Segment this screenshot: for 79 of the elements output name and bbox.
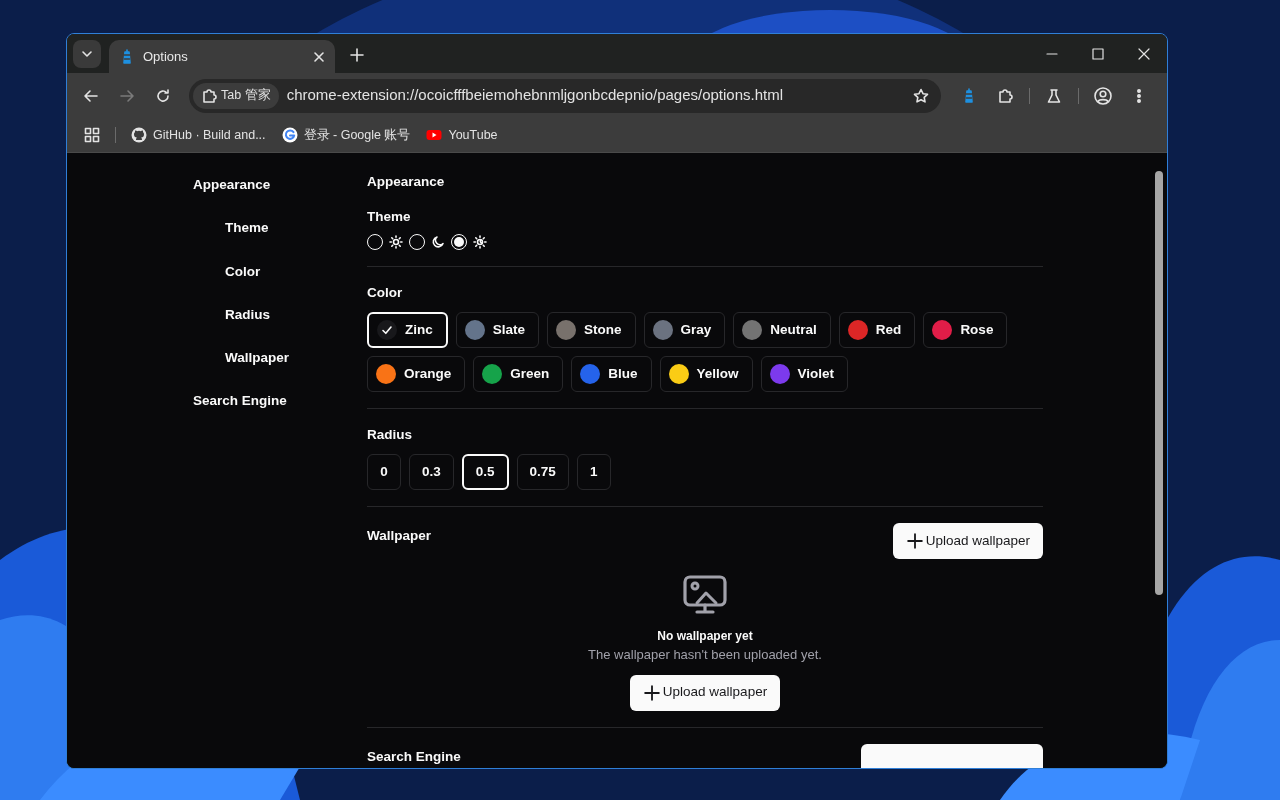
bookmark-item[interactable]: 登录 - Google 账号 <box>276 123 416 147</box>
sidebar-item[interactable]: Radius <box>225 304 270 325</box>
tab-close-button[interactable] <box>313 50 325 63</box>
color-name: Violet <box>797 364 835 383</box>
color-option[interactable]: Zinc <box>367 311 448 348</box>
color-name: Gray <box>680 320 712 339</box>
tab-title: Options <box>143 47 189 66</box>
chevron-down-icon <box>81 48 93 60</box>
menu-icon <box>1137 87 1141 104</box>
github-icon <box>131 127 147 143</box>
color-name: Orange <box>404 364 452 383</box>
color-option[interactable]: Violet <box>760 355 849 392</box>
sidebar-item[interactable]: Theme <box>225 218 269 239</box>
plus-icon <box>906 533 923 549</box>
flask-icon <box>1046 87 1062 104</box>
sidebar-item[interactable]: Search Engine <box>193 391 287 412</box>
youtube-icon <box>426 127 443 143</box>
close-icon <box>313 50 325 63</box>
reload-icon <box>155 87 171 104</box>
color-option[interactable]: Stone <box>547 311 636 348</box>
color-name: Red <box>875 320 902 339</box>
maximize-icon <box>1092 47 1104 60</box>
address-bar[interactable]: Tab 管家 chrome-extension://ocoicfffbeiemohebnmljgonbcdepnio/pages/options.html <box>189 78 941 113</box>
color-name: Green <box>510 364 550 383</box>
field-label: Radius <box>367 425 413 444</box>
extension-chip[interactable]: Tab 管家 <box>193 82 279 109</box>
bookmark-item[interactable]: YouTube <box>421 123 503 147</box>
color-option[interactable]: Green <box>473 355 564 392</box>
upload-button[interactable]: Upload wallpaper <box>892 523 1043 559</box>
color-option[interactable]: Slate <box>455 311 540 348</box>
sidebar-item[interactable]: Color <box>225 261 261 282</box>
color-option[interactable]: Gray <box>643 311 726 348</box>
color-name: Neutral <box>770 320 817 339</box>
forward-icon <box>119 87 135 104</box>
browser-tab[interactable]: Options <box>109 40 335 73</box>
close-icon <box>1138 47 1150 60</box>
plus-icon <box>643 684 660 701</box>
field-label: Color <box>367 283 404 302</box>
color-option[interactable]: Neutral <box>733 311 831 348</box>
radius-option[interactable]: 0 <box>367 454 401 490</box>
field-label: Theme <box>367 208 412 227</box>
plus-icon <box>350 48 364 62</box>
color-name: Blue <box>608 364 638 383</box>
color-name: Zinc <box>405 320 433 339</box>
star-icon <box>913 87 929 104</box>
radius-option[interactable]: 0.3 <box>409 454 454 490</box>
monitor-image-icon <box>683 575 727 615</box>
apps-grid-icon <box>84 127 100 143</box>
url-text: chrome-extension://ocoicfffbeiemohebnmljgonbcdepnio/pages/options.html <box>286 85 785 106</box>
radius-option[interactable]: 0.5 <box>461 454 509 490</box>
color-option[interactable]: Blue <box>571 355 652 392</box>
moon-icon <box>431 234 445 249</box>
sidebar-item[interactable]: Appearance <box>193 175 271 196</box>
upload-button[interactable]: Upload wallpaper <box>629 674 781 711</box>
puzzle-icon <box>201 87 217 104</box>
color-name: Rose <box>960 320 994 339</box>
color-name: Slate <box>492 320 526 339</box>
bookmark-item[interactable]: GitHub · Build and... <box>126 123 271 147</box>
sun-icon <box>389 234 403 249</box>
section-title: Appearance <box>367 173 446 191</box>
field-label: Wallpaper <box>367 527 431 545</box>
empty-message: The wallpaper hasn't been uploaded yet. <box>588 646 822 664</box>
field-label: Search Engine <box>367 747 461 766</box>
color-option[interactable]: Red <box>838 311 916 348</box>
color-name: Yellow <box>696 364 739 383</box>
sidebar-item[interactable]: Wallpaper <box>225 348 289 369</box>
sun-moon-icon <box>473 234 487 249</box>
back-icon <box>83 87 99 104</box>
color-option[interactable]: Orange <box>367 355 466 392</box>
radius-option[interactable]: 0.75 <box>516 454 569 490</box>
empty-title: No wallpaper yet <box>657 628 753 645</box>
tab-search-button[interactable] <box>73 40 101 68</box>
color-option[interactable]: Yellow <box>659 355 753 392</box>
color-option[interactable]: Rose <box>923 311 1008 348</box>
google-icon <box>281 127 298 143</box>
color-name: Stone <box>584 320 622 339</box>
radius-option[interactable]: 1 <box>576 454 611 490</box>
puzzle-icon <box>997 87 1013 104</box>
profile-icon <box>1094 86 1112 105</box>
